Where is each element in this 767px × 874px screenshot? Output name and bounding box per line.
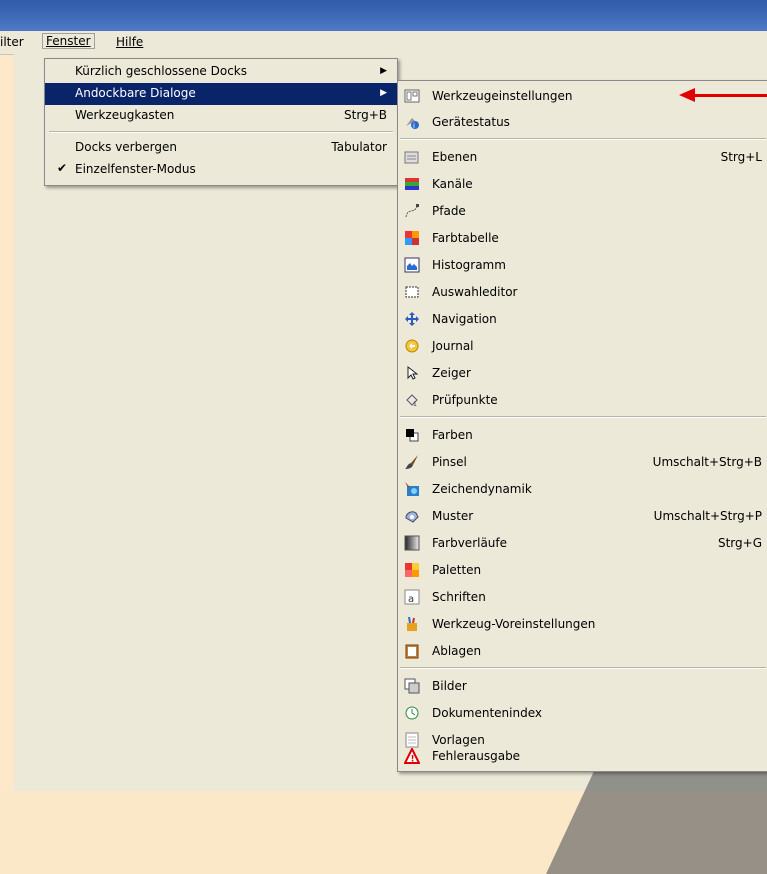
- menu-separator: [49, 131, 393, 133]
- fenster-menu: Kürzlich geschlossene Docks ▶ Andockbare…: [44, 58, 398, 186]
- navigation-icon: [404, 311, 420, 327]
- menu-hilfe[interactable]: Hilfe: [116, 35, 143, 49]
- paint-dynamics-icon: [404, 481, 420, 497]
- menu-item-colormap[interactable]: Farbtabelle: [398, 225, 767, 251]
- patterns-icon: [404, 508, 420, 524]
- menu-item-sample-points[interactable]: 1 Prüfpunkte: [398, 387, 767, 413]
- menu-item-images[interactable]: Bilder: [398, 673, 767, 699]
- error-console-icon: !: [403, 746, 421, 765]
- gradients-icon: [404, 535, 420, 551]
- selection-editor-icon: [404, 284, 420, 300]
- channels-icon: [404, 176, 420, 192]
- menu-item-selection-editor[interactable]: Auswahleditor: [398, 279, 767, 305]
- dockable-dialogs-submenu: Werkzeugeinstellungen i Gerätestatus Ebe…: [397, 80, 767, 772]
- journal-icon: [404, 338, 420, 354]
- buffers-icon: [404, 643, 420, 659]
- menu-item-device-status[interactable]: i Gerätestatus: [398, 109, 767, 135]
- menu-item-recently-closed[interactable]: Kürzlich geschlossene Docks ▶: [45, 61, 397, 83]
- menu-separator: [400, 416, 766, 418]
- menu-item-toolbox[interactable]: Werkzeugkasten Strg+B: [45, 105, 397, 127]
- menu-item-navigation[interactable]: Navigation: [398, 306, 767, 332]
- svg-text:!: !: [411, 755, 415, 765]
- menu-item-gradients[interactable]: Farbverläufe Strg+G: [398, 530, 767, 556]
- annotation-arrow-head: [679, 88, 695, 102]
- sample-points-icon: 1: [404, 392, 420, 408]
- menu-item-error-console[interactable]: ! Fehlerausgabe: [398, 743, 767, 769]
- menu-fenster[interactable]: Fenster: [42, 33, 95, 49]
- pointer-icon: [404, 365, 420, 381]
- palettes-icon: [404, 562, 420, 578]
- menu-item-pointer[interactable]: Zeiger: [398, 360, 767, 386]
- brushes-icon: [404, 454, 420, 470]
- menu-item-colors[interactable]: Farben: [398, 422, 767, 448]
- svg-text:1: 1: [413, 401, 417, 408]
- menu-item-paths[interactable]: Pfade: [398, 198, 767, 224]
- menu-item-layers[interactable]: Ebenen Strg+L: [398, 144, 767, 170]
- menu-item-paint-dynamics[interactable]: Zeichendynamik: [398, 476, 767, 502]
- menu-item-single-window[interactable]: ✔ Einzelfenster-Modus: [45, 159, 397, 181]
- menu-filter[interactable]: ilter: [0, 35, 24, 49]
- document-history-icon: [404, 705, 420, 721]
- histogram-icon: [404, 257, 420, 273]
- menu-separator: [400, 667, 766, 669]
- images-icon: [404, 678, 420, 694]
- menu-item-dockable-dialogs[interactable]: Andockbare Dialoge ▶: [45, 83, 397, 105]
- menu-item-brushes[interactable]: Pinsel Umschalt+Strg+B: [398, 449, 767, 475]
- svg-text:a: a: [408, 594, 414, 605]
- window-titlebar: [0, 0, 767, 31]
- colors-icon: [404, 427, 420, 443]
- menu-separator: [400, 138, 766, 140]
- menu-item-hide-docks[interactable]: Docks verbergen Tabulator: [45, 137, 397, 159]
- tool-options-icon: [404, 88, 420, 104]
- submenu-arrow-icon: ▶: [380, 88, 387, 98]
- decorative-shape: [546, 754, 767, 874]
- menu-item-journal[interactable]: Journal: [398, 333, 767, 359]
- desktop-background: [0, 0, 14, 791]
- menu-item-buffers[interactable]: Ablagen: [398, 638, 767, 664]
- menubar: ilter Fenster Hilfe: [0, 31, 767, 55]
- menu-item-fonts[interactable]: a Schriften: [398, 584, 767, 610]
- menu-item-channels[interactable]: Kanäle: [398, 171, 767, 197]
- checkmark-icon: ✔: [57, 161, 68, 175]
- tool-presets-icon: [404, 616, 420, 632]
- colormap-icon: [404, 230, 420, 246]
- submenu-arrow-icon: ▶: [380, 66, 387, 76]
- menu-item-histogram[interactable]: Histogramm: [398, 252, 767, 278]
- svg-text:i: i: [413, 122, 415, 130]
- paths-icon: [404, 203, 420, 219]
- fonts-icon: a: [404, 589, 420, 605]
- menu-item-tool-presets[interactable]: Werkzeug-Voreinstellungen: [398, 611, 767, 637]
- menu-item-patterns[interactable]: Muster Umschalt+Strg+P: [398, 503, 767, 529]
- menu-item-palettes[interactable]: Paletten: [398, 557, 767, 583]
- menu-item-document-history[interactable]: Dokumentenindex: [398, 700, 767, 726]
- device-status-icon: i: [404, 114, 420, 130]
- layers-icon: [404, 149, 420, 165]
- annotation-arrow: [693, 94, 767, 97]
